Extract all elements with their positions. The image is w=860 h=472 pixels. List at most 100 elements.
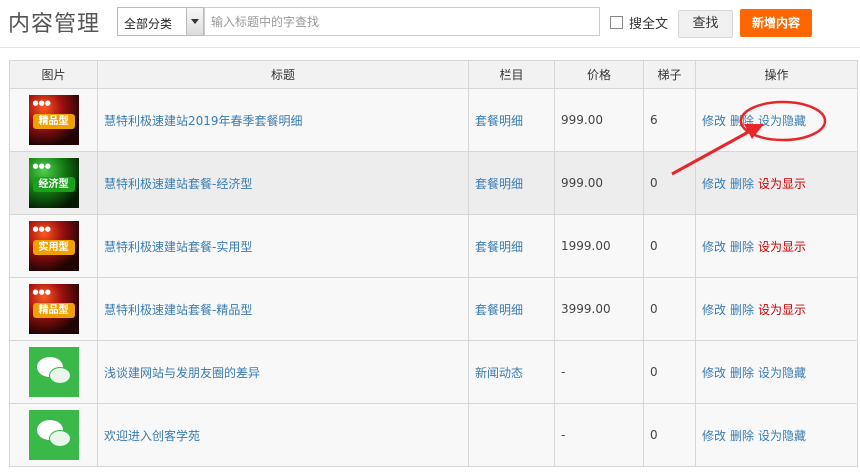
price-value: 1999.00 bbox=[561, 239, 611, 253]
package-badge: 实用型 bbox=[32, 240, 75, 255]
category-link[interactable]: 套餐明细 bbox=[475, 303, 523, 317]
page-title: 内容管理 bbox=[8, 12, 101, 37]
table-row[interactable]: 浅谈建网站与发朋友圈的差异 新闻动态 - 0 修改 删除 设为隐藏 bbox=[9, 340, 858, 404]
content-table: 图片 标题 栏目 价格 梯子 操作 ●●● 精品型 慧特利极速建站2019年春季套餐… bbox=[9, 60, 858, 467]
title-link[interactable]: 慧特利极速建站2019年春季套餐明细 bbox=[104, 114, 303, 128]
cell-image: ●●● 实用型 bbox=[9, 214, 98, 278]
brand-logo-icon: ●●● bbox=[32, 162, 51, 170]
title-link[interactable]: 浅谈建网站与发朋友圈的差异 bbox=[104, 366, 260, 380]
cell-actions: 修改 删除 设为显示 bbox=[695, 277, 858, 341]
cell-actions: 修改 删除 设为隐藏 bbox=[695, 340, 858, 404]
cell-price: 999.00 bbox=[554, 151, 644, 215]
delete-link[interactable]: 删除 bbox=[730, 114, 754, 128]
cell-actions: 修改 删除 设为隐藏 bbox=[695, 88, 858, 152]
cell-price: - bbox=[554, 340, 644, 404]
toggle-visibility-link[interactable]: 设为显示 bbox=[758, 240, 806, 254]
cell-category[interactable]: 套餐明细 bbox=[468, 214, 555, 278]
category-link[interactable]: 套餐明细 bbox=[475, 114, 523, 128]
edit-link[interactable]: 修改 bbox=[702, 240, 726, 254]
delete-link[interactable]: 删除 bbox=[730, 303, 754, 317]
ladder-value: 6 bbox=[650, 113, 658, 127]
column-header-image: 图片 bbox=[9, 60, 98, 89]
cell-ladder: 0 bbox=[643, 403, 696, 467]
category-link[interactable]: 新闻动态 bbox=[475, 366, 523, 380]
table-row[interactable]: 欢迎进入创客学苑 - 0 修改 删除 设为隐藏 bbox=[9, 403, 858, 467]
column-header-ladder: 梯子 bbox=[643, 60, 696, 89]
content-table-wrap: 图片 标题 栏目 价格 梯子 操作 ●●● 精品型 慧特利极速建站2019年春季套餐… bbox=[9, 60, 858, 467]
toggle-visibility-link[interactable]: 设为隐藏 bbox=[758, 114, 806, 128]
price-value: 999.00 bbox=[561, 113, 603, 127]
price-value: - bbox=[561, 428, 566, 442]
search-input[interactable] bbox=[204, 7, 600, 36]
table-row[interactable]: ●●● 实用型 慧特利极速建站套餐-实用型 套餐明细 1999.00 0 修改 删除 设为显示 bbox=[9, 214, 858, 278]
cell-title[interactable]: 欢迎进入创客学苑 bbox=[97, 403, 469, 467]
product-thumbnail: ●●● 精品型 bbox=[28, 95, 79, 145]
price-value: 999.00 bbox=[561, 176, 603, 190]
ladder-value: 0 bbox=[650, 365, 658, 379]
cell-actions: 修改 删除 设为显示 bbox=[695, 214, 858, 278]
cell-category[interactable]: 新闻动态 bbox=[468, 340, 555, 404]
category-link[interactable]: 套餐明细 bbox=[475, 240, 523, 254]
edit-link[interactable]: 修改 bbox=[702, 114, 726, 128]
cell-price: 3999.00 bbox=[554, 277, 644, 341]
toggle-visibility-link[interactable]: 设为显示 bbox=[758, 177, 806, 191]
title-link[interactable]: 欢迎进入创客学苑 bbox=[104, 429, 200, 443]
toggle-visibility-link[interactable]: 设为显示 bbox=[758, 303, 806, 317]
cell-title[interactable]: 慧特利极速建站2019年春季套餐明细 bbox=[97, 88, 469, 152]
cell-title[interactable]: 慧特利极速建站套餐-实用型 bbox=[97, 214, 469, 278]
cell-category[interactable]: 套餐明细 bbox=[468, 277, 555, 341]
fulltext-label[interactable]: 搜全文 bbox=[629, 13, 668, 32]
chevron-down-icon[interactable] bbox=[186, 8, 203, 35]
category-link[interactable]: 套餐明细 bbox=[475, 177, 523, 191]
cell-title[interactable]: 慧特利极速建站套餐-经济型 bbox=[97, 151, 469, 215]
brand-logo-icon: ●●● bbox=[32, 288, 51, 296]
category-select-value: 全部分类 bbox=[124, 17, 173, 31]
cell-actions: 修改 删除 设为隐藏 bbox=[695, 403, 858, 467]
cell-category[interactable]: 套餐明细 bbox=[468, 151, 555, 215]
title-link[interactable]: 慧特利极速建站套餐-经济型 bbox=[104, 177, 252, 191]
delete-link[interactable]: 删除 bbox=[730, 240, 754, 254]
edit-link[interactable]: 修改 bbox=[702, 366, 726, 380]
delete-link[interactable]: 删除 bbox=[730, 177, 754, 191]
column-header-category: 栏目 bbox=[468, 60, 555, 89]
fulltext-checkbox[interactable] bbox=[610, 16, 623, 29]
cell-title[interactable]: 慧特利极速建站套餐-精品型 bbox=[97, 277, 469, 341]
cell-category[interactable] bbox=[468, 403, 555, 467]
package-badge: 精品型 bbox=[32, 114, 75, 129]
table-row[interactable]: ●●● 精品型 慧特利极速建站套餐-精品型 套餐明细 3999.00 0 修改 删除 设为显示 bbox=[9, 277, 858, 341]
wechat-thumbnail bbox=[28, 347, 79, 397]
edit-link[interactable]: 修改 bbox=[702, 177, 726, 191]
cell-ladder: 0 bbox=[643, 214, 696, 278]
product-thumbnail: ●●● 实用型 bbox=[28, 221, 79, 271]
table-header-row: 图片 标题 栏目 价格 梯子 操作 bbox=[9, 60, 858, 89]
toggle-visibility-link[interactable]: 设为隐藏 bbox=[758, 366, 806, 380]
toggle-visibility-link[interactable]: 设为隐藏 bbox=[758, 429, 806, 443]
cell-ladder: 0 bbox=[643, 340, 696, 404]
edit-link[interactable]: 修改 bbox=[702, 303, 726, 317]
delete-link[interactable]: 删除 bbox=[730, 366, 754, 380]
cell-category[interactable]: 套餐明细 bbox=[468, 88, 555, 152]
add-content-button[interactable]: 新增内容 bbox=[740, 9, 812, 37]
cell-image: ●●● 精品型 bbox=[9, 277, 98, 341]
column-header-price: 价格 bbox=[554, 60, 644, 89]
column-header-actions: 操作 bbox=[695, 60, 858, 89]
cell-title[interactable]: 浅谈建网站与发朋友圈的差异 bbox=[97, 340, 469, 404]
table-row[interactable]: ●●● 精品型 慧特利极速建站2019年春季套餐明细 套餐明细 999.00 6 修改 删除设… bbox=[9, 88, 858, 152]
ladder-value: 0 bbox=[650, 239, 658, 253]
cell-ladder: 0 bbox=[643, 151, 696, 215]
price-value: - bbox=[561, 365, 566, 379]
edit-link[interactable]: 修改 bbox=[702, 429, 726, 443]
category-select[interactable]: 全部分类 bbox=[117, 7, 204, 36]
title-link[interactable]: 慧特利极速建站套餐-精品型 bbox=[104, 303, 252, 317]
cell-ladder: 6 bbox=[643, 88, 696, 152]
top-toolbar: 内容管理 全部分类 搜全文 查找 新增内容 bbox=[0, 0, 860, 48]
wechat-thumbnail bbox=[28, 410, 79, 460]
product-thumbnail: ●●● 经济型 bbox=[28, 158, 79, 208]
table-row[interactable]: ●●● 经济型 慧特利极速建站套餐-经济型 套餐明细 999.00 0 修改 删除 设为显示 bbox=[9, 151, 858, 215]
cell-ladder: 0 bbox=[643, 277, 696, 341]
package-badge: 经济型 bbox=[32, 177, 75, 192]
title-link[interactable]: 慧特利极速建站套餐-实用型 bbox=[104, 240, 252, 254]
cell-image bbox=[9, 340, 98, 404]
delete-link[interactable]: 删除 bbox=[730, 429, 754, 443]
search-button[interactable]: 查找 bbox=[678, 10, 733, 38]
